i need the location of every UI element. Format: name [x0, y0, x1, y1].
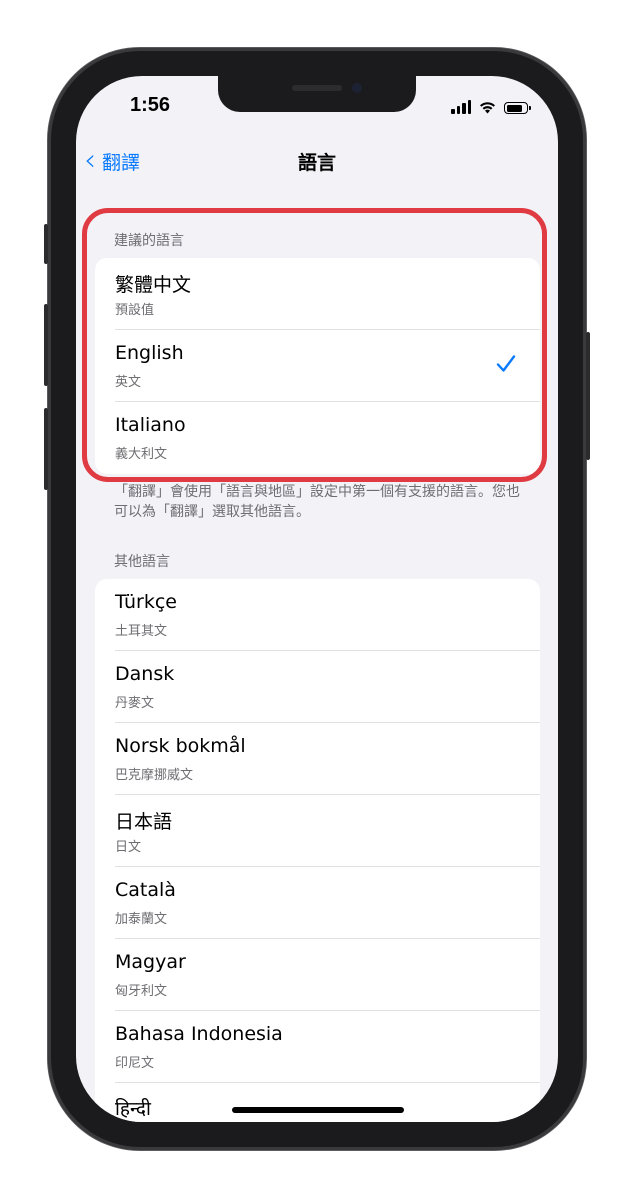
language-name: Català — [115, 879, 176, 901]
battery-icon — [504, 102, 531, 114]
language-subtitle: 丹麥文 — [115, 696, 155, 711]
language-subtitle: 土耳其文 — [115, 624, 168, 639]
language-row-hungarian[interactable]: Magyar 匈牙利文 — [95, 939, 540, 1011]
language-subtitle: 印尼文 — [115, 1056, 155, 1071]
mute-switch — [44, 224, 48, 264]
language-name: Magyar — [115, 951, 186, 973]
language-name: हिन्दी — [115, 1098, 151, 1120]
language-row-japanese[interactable]: 日本語 日文 — [95, 795, 540, 867]
language-subtitle: 匈牙利文 — [115, 984, 168, 999]
language-subtitle: 日文 — [115, 840, 142, 855]
language-row-catalan[interactable]: Català 加泰蘭文 — [95, 867, 540, 939]
language-name: Norsk bokmål — [115, 735, 246, 757]
language-row-turkish[interactable]: Türkçe 土耳其文 — [95, 579, 540, 651]
volume-down-button — [44, 408, 48, 490]
notch — [218, 76, 416, 112]
language-row-hindi[interactable]: हिन्दी — [95, 1083, 540, 1122]
language-name: 日本語 — [115, 811, 173, 833]
language-name: Bahasa Indonesia — [115, 1023, 283, 1045]
language-name: Türkçe — [115, 591, 177, 613]
language-row-indonesian[interactable]: Bahasa Indonesia 印尼文 — [95, 1011, 540, 1083]
home-indicator[interactable] — [232, 1107, 404, 1113]
other-languages-list: Türkçe 土耳其文 Dansk 丹麥文 Norsk bokmål 巴克摩挪威… — [95, 579, 540, 1122]
power-button — [586, 332, 590, 460]
other-languages-header: 其他語言 — [114, 554, 170, 570]
speaker — [292, 85, 342, 91]
cellular-signal-icon — [451, 100, 471, 114]
highlight-box — [82, 208, 547, 482]
status-time: 1:56 — [130, 94, 171, 116]
suggested-languages-footer: 「翻譯」會使用「語言與地區」設定中第一個有支援的語言。您也可以為「翻譯」選取其他… — [114, 484, 520, 520]
language-row-norwegian[interactable]: Norsk bokmål 巴克摩挪威文 — [95, 723, 540, 795]
camera — [352, 83, 362, 93]
language-name: Dansk — [115, 663, 175, 685]
screen: 1:56 ‹ 翻譯 語言 建議的語言 繁體中文 預設值 English 英文 I… — [76, 76, 558, 1122]
page-title: 語言 — [297, 152, 336, 174]
language-row-danish[interactable]: Dansk 丹麥文 — [95, 651, 540, 723]
wifi-icon — [480, 102, 495, 114]
volume-up-button — [44, 304, 48, 386]
language-subtitle: 加泰蘭文 — [115, 912, 168, 927]
status-icons — [451, 98, 531, 114]
language-subtitle: 巴克摩挪威文 — [115, 768, 194, 783]
